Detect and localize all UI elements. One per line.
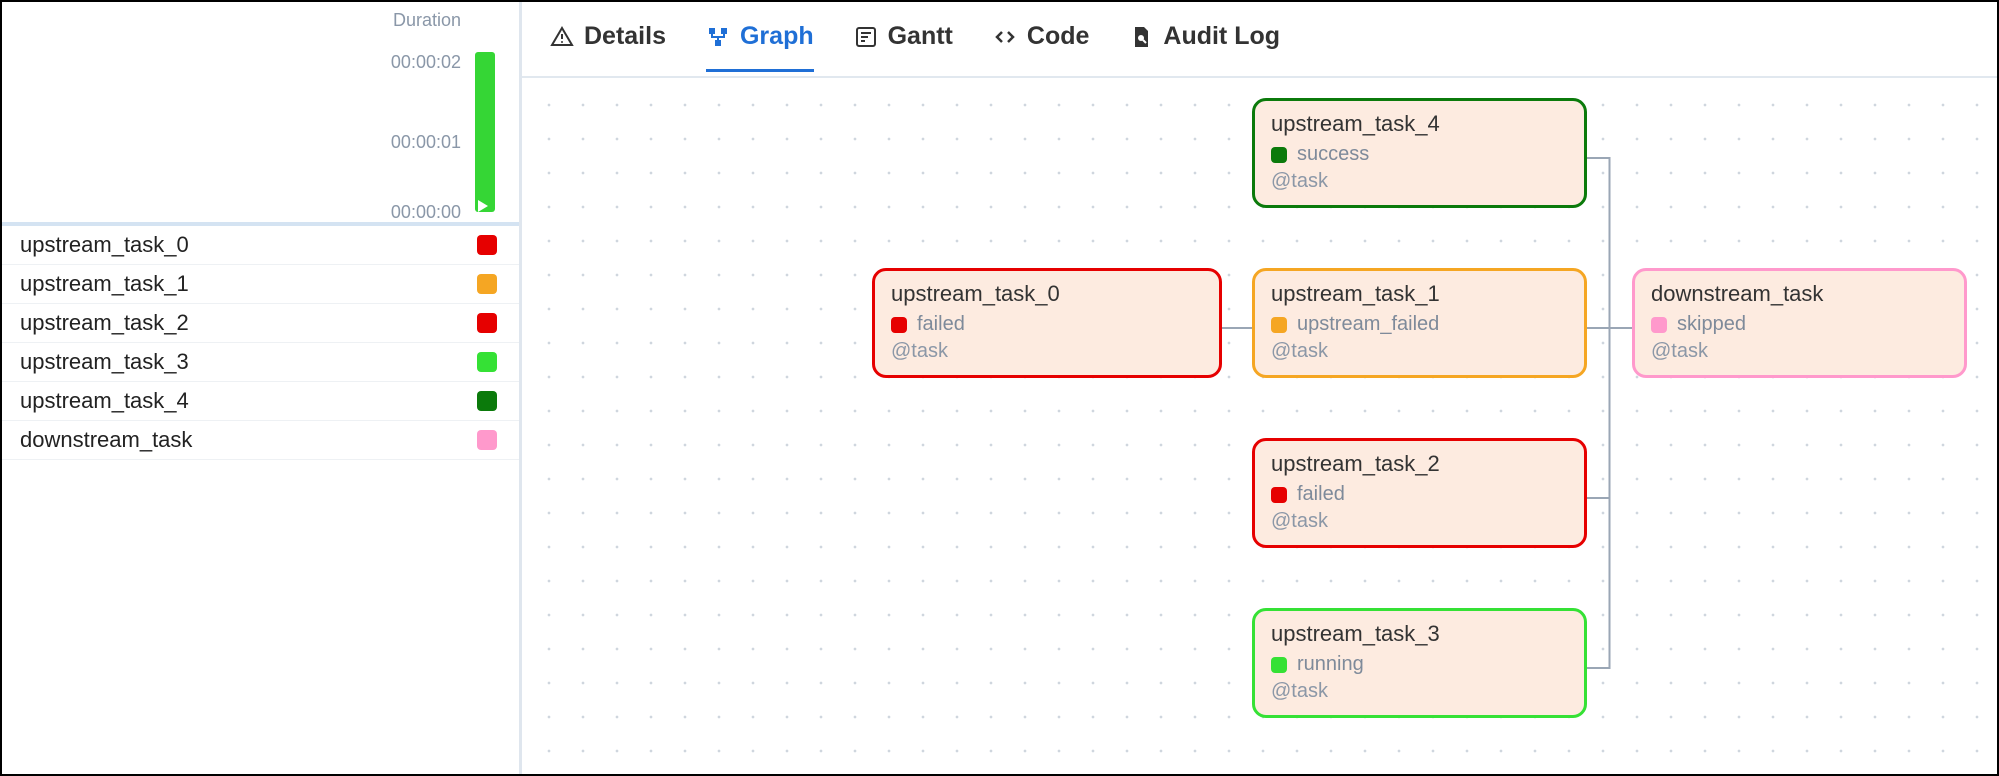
state-dot bbox=[1271, 487, 1287, 503]
app-root: Duration 00:00:02 00:00:01 00:00:00 upst… bbox=[0, 0, 1999, 776]
code-icon bbox=[993, 25, 1017, 49]
state-text: upstream_failed bbox=[1297, 313, 1439, 336]
tab-label: Audit Log bbox=[1163, 22, 1280, 51]
tab-graph[interactable]: Graph bbox=[706, 22, 814, 72]
tab-label: Graph bbox=[740, 22, 814, 51]
task-name: upstream_task_3 bbox=[20, 349, 189, 375]
state-dot bbox=[1651, 317, 1667, 333]
state-text: failed bbox=[917, 313, 965, 336]
task-row[interactable]: upstream_task_1 bbox=[2, 265, 519, 304]
task-row[interactable]: upstream_task_3 bbox=[2, 343, 519, 382]
node-decorator: @task bbox=[1271, 510, 1568, 533]
duration-tick: 00:00:02 bbox=[391, 52, 461, 73]
tab-label: Details bbox=[584, 22, 666, 51]
status-swatch bbox=[477, 391, 497, 411]
node-state: failed bbox=[891, 313, 1203, 336]
graph-node-upstream_task_2[interactable]: upstream_task_2failed @task bbox=[1252, 438, 1587, 548]
graph-node-downstream_task[interactable]: downstream_taskskipped @task bbox=[1632, 268, 1967, 378]
graph-area[interactable]: upstream_task_0failed@taskupstream_task_… bbox=[522, 78, 1997, 774]
status-swatch bbox=[477, 274, 497, 294]
task-row[interactable]: upstream_task_2 bbox=[2, 304, 519, 343]
duration-bar-column[interactable] bbox=[475, 52, 495, 212]
task-name: upstream_task_1 bbox=[20, 271, 189, 297]
task-name: downstream_task bbox=[20, 427, 192, 453]
node-title: downstream_task bbox=[1651, 281, 1948, 307]
tab-auditlog[interactable]: Audit Log bbox=[1129, 22, 1280, 72]
tree-icon bbox=[706, 25, 730, 49]
task-name: upstream_task_2 bbox=[20, 310, 189, 336]
graph-node-upstream_task_4[interactable]: upstream_task_4success @task bbox=[1252, 98, 1587, 208]
status-swatch bbox=[477, 430, 497, 450]
tab-label: Code bbox=[1027, 22, 1090, 51]
status-swatch bbox=[477, 313, 497, 333]
sidebar: Duration 00:00:02 00:00:01 00:00:00 upst… bbox=[2, 2, 522, 774]
duration-chart: Duration 00:00:02 00:00:01 00:00:00 bbox=[2, 2, 519, 222]
node-title: upstream_task_2 bbox=[1271, 451, 1568, 477]
graph-node-upstream_task_0[interactable]: upstream_task_0failed @task bbox=[872, 268, 1222, 378]
task-row[interactable]: downstream_task bbox=[2, 421, 519, 460]
node-title: upstream_task_3 bbox=[1271, 621, 1568, 647]
tab-label: Gantt bbox=[888, 22, 953, 51]
task-row[interactable]: upstream_task_0 bbox=[2, 226, 519, 265]
status-swatch bbox=[477, 235, 497, 255]
duration-label: Duration bbox=[393, 10, 461, 31]
node-decorator: @task bbox=[1271, 680, 1568, 703]
graph-node-upstream_task_3[interactable]: upstream_task_3running @task bbox=[1252, 608, 1587, 718]
state-text: success bbox=[1297, 143, 1369, 166]
node-state: failed bbox=[1271, 483, 1568, 506]
tab-code[interactable]: Code bbox=[993, 22, 1090, 72]
task-name: upstream_task_4 bbox=[20, 388, 189, 414]
duration-bar[interactable] bbox=[475, 52, 495, 212]
duration-tick: 00:00:01 bbox=[391, 132, 461, 153]
warning-triangle-icon bbox=[550, 25, 574, 49]
bars-icon bbox=[854, 25, 878, 49]
node-decorator: @task bbox=[1271, 170, 1568, 193]
task-row[interactable]: upstream_task_4 bbox=[2, 382, 519, 421]
node-state: skipped bbox=[1651, 313, 1948, 336]
state-text: skipped bbox=[1677, 313, 1746, 336]
node-state: success bbox=[1271, 143, 1568, 166]
node-title: upstream_task_0 bbox=[891, 281, 1203, 307]
task-list: upstream_task_0 upstream_task_1 upstream_t… bbox=[2, 226, 519, 460]
task-name: upstream_task_0 bbox=[20, 232, 189, 258]
main-panel: Details Graph Gantt Code Audit Log upstream_… bbox=[522, 2, 1997, 774]
graph-node-upstream_task_1[interactable]: upstream_task_1 upstream_failed @task bbox=[1252, 268, 1587, 378]
tab-bar: Details Graph Gantt Code Audit Log bbox=[522, 2, 1997, 78]
node-title: upstream_task_4 bbox=[1271, 111, 1568, 137]
play-icon bbox=[478, 200, 488, 212]
state-dot bbox=[1271, 657, 1287, 673]
state-text: failed bbox=[1297, 483, 1345, 506]
state-text: running bbox=[1297, 653, 1364, 676]
node-state: upstream_failed bbox=[1271, 313, 1568, 336]
state-dot bbox=[1271, 147, 1287, 163]
file-search-icon bbox=[1129, 25, 1153, 49]
node-title: upstream_task_1 bbox=[1271, 281, 1568, 307]
duration-tick: 00:00:00 bbox=[391, 202, 461, 223]
node-decorator: @task bbox=[1271, 340, 1568, 363]
status-swatch bbox=[477, 352, 497, 372]
node-decorator: @task bbox=[1651, 340, 1948, 363]
tab-details[interactable]: Details bbox=[550, 22, 666, 72]
tab-gantt[interactable]: Gantt bbox=[854, 22, 953, 72]
state-dot bbox=[1271, 317, 1287, 333]
state-dot bbox=[891, 317, 907, 333]
node-decorator: @task bbox=[891, 340, 1203, 363]
node-state: running bbox=[1271, 653, 1568, 676]
